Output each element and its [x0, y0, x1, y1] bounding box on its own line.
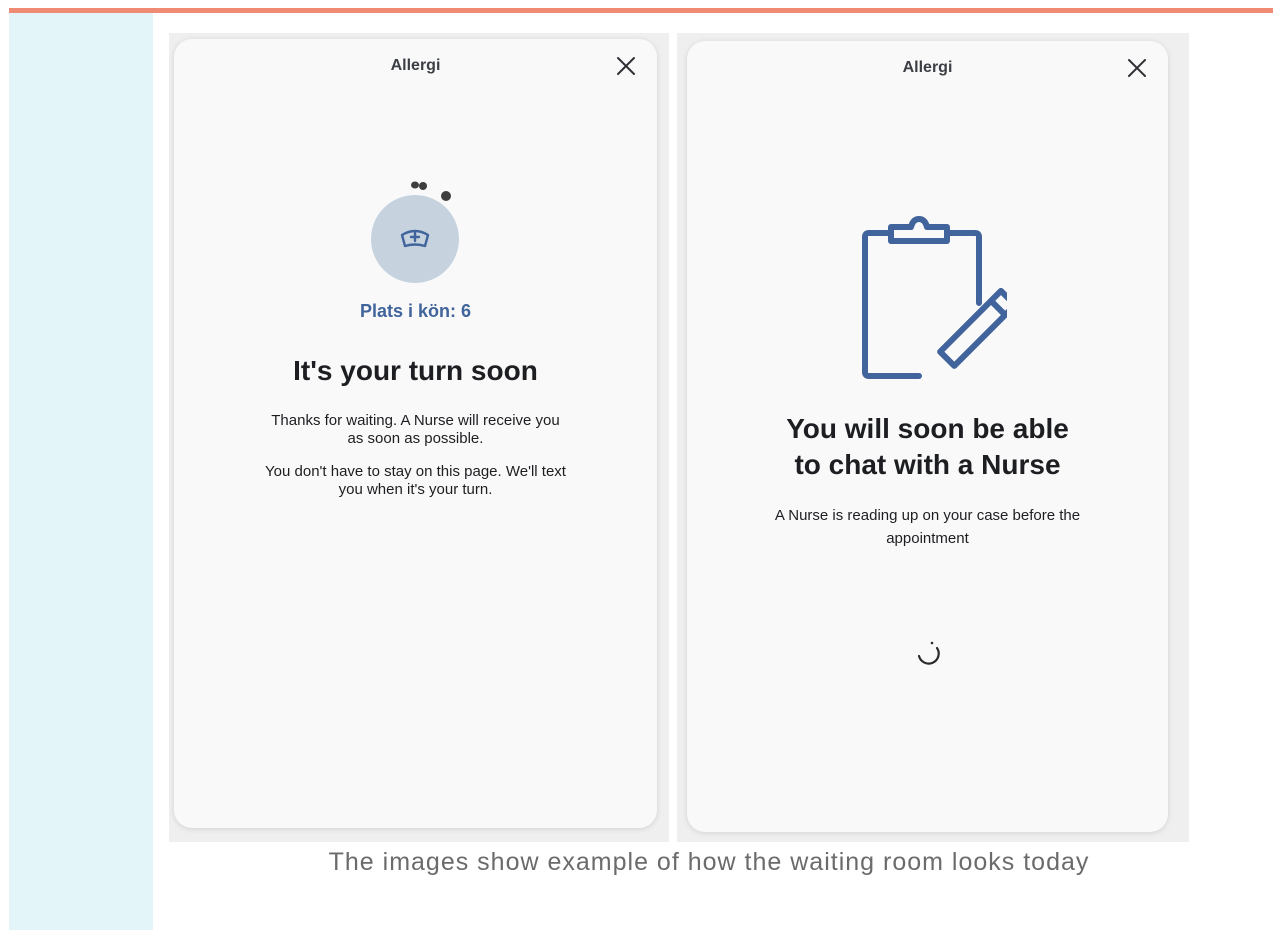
clipboard-pencil-icon [862, 216, 1007, 379]
close-icon [617, 57, 635, 75]
nurse-avatar-group [369, 179, 459, 283]
avatar [371, 195, 459, 283]
reading-notice: A Nurse is reading up on your case befor… [774, 507, 1081, 547]
loading-spinner-icon [917, 641, 940, 665]
headline-line-1: You will soon be able [786, 413, 1069, 444]
close-button[interactable] [615, 55, 637, 77]
headline: It's your turn soon [293, 355, 538, 386]
waiting-room-card-queue: Allergi Plats i kön: 6 It's your turn so… [174, 39, 657, 828]
figure-caption: The images show example of how the waiti… [328, 848, 1090, 876]
close-button[interactable] [1126, 57, 1148, 79]
close-icon [1128, 59, 1146, 77]
nurse-cap-icon [400, 229, 430, 248]
headline-line-2: to chat with a Nurse [794, 449, 1061, 480]
card-title: Allergi [390, 57, 441, 74]
side-band [9, 13, 153, 930]
sms-notice: You don't have to stay on this page. We'… [265, 463, 566, 498]
headline: You will soon be able to chat with a Nur… [687, 411, 1168, 483]
queue-position: Plats i kön: 6 [359, 301, 472, 321]
waiting-message: Thanks for waiting. A Nurse will receive… [271, 412, 560, 447]
waiting-room-card-chat: Allergi You will soon be able to chat wi… [687, 41, 1168, 832]
accent-stripe [9, 8, 1273, 13]
card-title: Allergi [902, 59, 953, 76]
